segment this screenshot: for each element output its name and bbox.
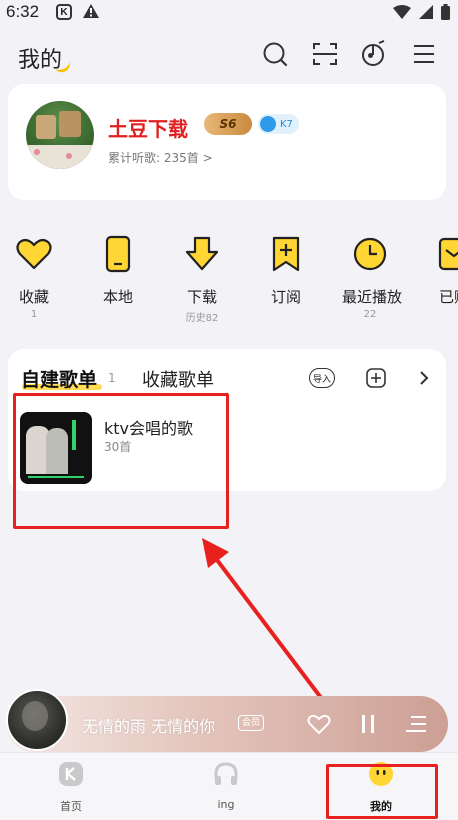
nav-home[interactable]: 首页 xyxy=(41,760,101,814)
nav-ing[interactable]: ing xyxy=(196,760,256,811)
player-cover[interactable] xyxy=(6,689,68,751)
highlight-box-mine xyxy=(326,764,438,819)
like-icon[interactable] xyxy=(307,713,331,735)
nav-ing-label: ing xyxy=(217,798,235,811)
player-track-title[interactable]: 无情的雨 无情的你 xyxy=(82,713,215,737)
home-k-icon xyxy=(59,762,83,786)
player-vip-tag: 会员 xyxy=(238,715,265,731)
playlist-queue-icon[interactable] xyxy=(405,714,427,734)
mini-player[interactable] xyxy=(6,696,448,752)
pause-icon[interactable] xyxy=(360,713,376,735)
nav-home-label: 首页 xyxy=(60,800,82,813)
headphones-icon xyxy=(214,762,238,785)
